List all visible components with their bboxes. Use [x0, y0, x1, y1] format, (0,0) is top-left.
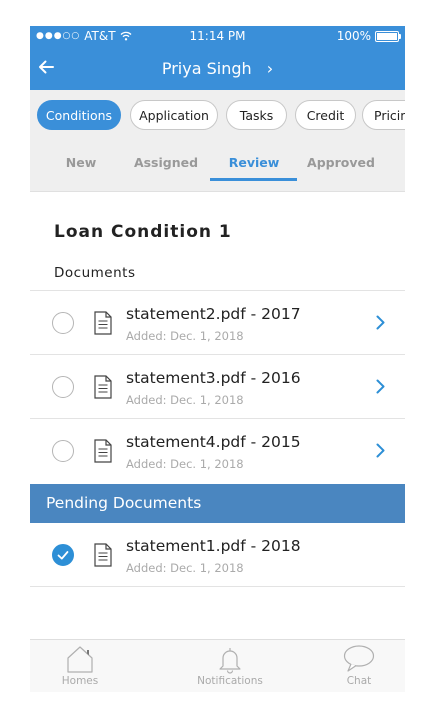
document-added-date: Added: Dec. 1, 2018	[126, 329, 244, 343]
battery-icon	[375, 30, 401, 42]
pending-documents-label: Pending Documents	[46, 494, 202, 512]
chip-tasks[interactable]: Tasks	[226, 100, 287, 130]
document-name: statement2.pdf - 2017	[126, 305, 301, 323]
tab-notifications-label: Notifications	[197, 675, 263, 687]
tab-chat[interactable]: Chat	[309, 644, 405, 687]
chevron-right-icon[interactable]	[376, 315, 385, 330]
home-icon	[67, 646, 93, 673]
bottom-tab-bar: Homes Notifications Chat	[30, 639, 405, 692]
pending-document-row[interactable]: statement1.pdf - 2018 Added: Dec. 1, 201…	[30, 523, 405, 587]
tab-chat-label: Chat	[346, 675, 372, 687]
select-radio[interactable]	[52, 376, 74, 398]
document-added-date: Added: Dec. 1, 2018	[126, 561, 244, 575]
document-icon	[94, 439, 112, 463]
chip-conditions[interactable]: Conditions	[37, 100, 121, 130]
tab-approved[interactable]: Approved	[301, 155, 381, 170]
document-row[interactable]: statement2.pdf - 2017 Added: Dec. 1, 201…	[30, 290, 405, 354]
select-radio[interactable]	[52, 312, 74, 334]
document-added-date: Added: Dec. 1, 2018	[126, 457, 244, 471]
document-added-date: Added: Dec. 1, 2018	[126, 393, 244, 407]
battery-info: 100%	[336, 29, 401, 43]
tab-homes-label: Homes	[61, 675, 99, 687]
page-title-label: Priya Singh	[161, 59, 252, 78]
document-row[interactable]: statement3.pdf - 2016 Added: Dec. 1, 201…	[30, 354, 405, 418]
tab-new[interactable]: New	[41, 155, 121, 170]
checkmark-icon	[57, 551, 69, 560]
status-bar: ●●●○○ AT&T 11:14 PM 100%	[30, 26, 405, 48]
top-bar: ●●●○○ AT&T 11:14 PM 100% Priya Singh ›	[30, 26, 405, 90]
battery-percent: 100%	[336, 29, 371, 43]
section-chips: Conditions Application Tasks Credit Pric…	[30, 90, 405, 142]
chevron-right-icon[interactable]	[376, 379, 385, 394]
chevron-right-icon: ›	[266, 59, 274, 78]
documents-header: Documents	[54, 265, 136, 281]
chip-pricing[interactable]: Pricin	[362, 100, 405, 130]
chat-bubble-icon	[343, 645, 375, 672]
active-tab-indicator	[210, 178, 297, 181]
chip-application[interactable]: Application	[130, 100, 218, 130]
bell-icon	[219, 648, 241, 674]
document-name: statement4.pdf - 2015	[126, 433, 301, 451]
checked-radio[interactable]	[52, 544, 74, 566]
status-tabs: New Assigned Review Approved	[30, 142, 405, 192]
document-icon	[94, 375, 112, 399]
tab-review[interactable]: Review	[214, 155, 294, 170]
document-row[interactable]: statement4.pdf - 2015 Added: Dec. 1, 201…	[30, 418, 405, 482]
document-name: statement3.pdf - 2016	[126, 369, 301, 387]
app-screen: ●●●○○ AT&T 11:14 PM 100% Priya Singh › C…	[30, 26, 405, 692]
tab-notifications[interactable]: Notifications	[180, 644, 280, 687]
tab-homes[interactable]: Homes	[30, 644, 130, 687]
pending-documents-header: Pending Documents	[30, 484, 405, 523]
condition-title: Loan Condition 1	[54, 222, 232, 242]
chevron-right-icon[interactable]	[376, 443, 385, 458]
tab-assigned[interactable]: Assigned	[126, 155, 206, 170]
chip-credit[interactable]: Credit	[295, 100, 356, 130]
document-icon	[94, 543, 112, 567]
page-title[interactable]: Priya Singh ›	[30, 59, 405, 78]
document-icon	[94, 311, 112, 335]
document-name: statement1.pdf - 2018	[126, 537, 301, 555]
select-radio[interactable]	[52, 440, 74, 462]
